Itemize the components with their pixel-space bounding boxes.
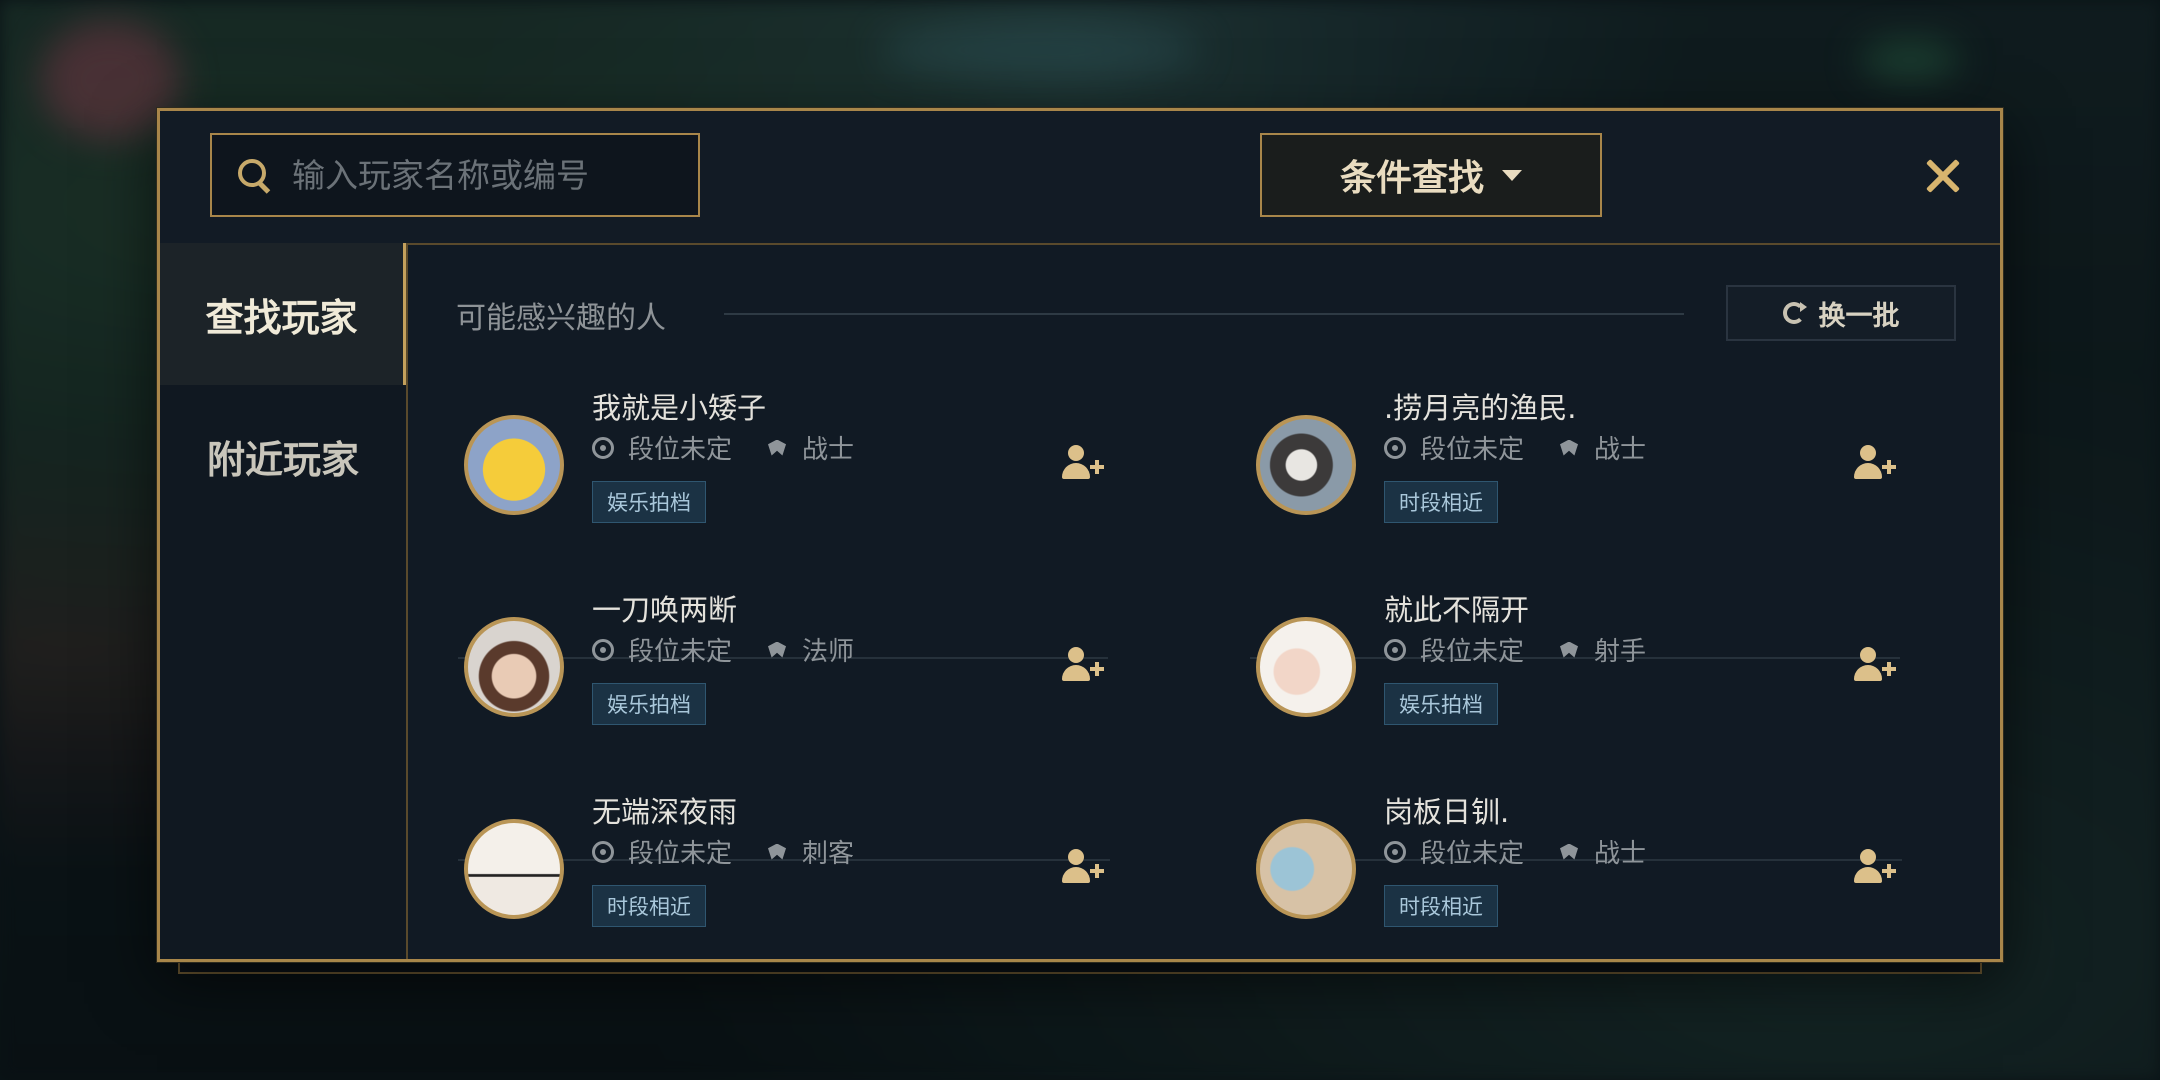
sidebar-item-nearby-players[interactable]: 附近玩家 [160, 385, 406, 527]
player-name[interactable]: 我就是小矮子 [592, 385, 766, 427]
avatar[interactable] [1256, 819, 1356, 919]
avatar[interactable] [1256, 415, 1356, 515]
refresh-label: 换一批 [1818, 300, 1900, 332]
add-friend-icon[interactable] [1854, 849, 1898, 885]
sidebar-item-label: 查找玩家 [205, 295, 358, 340]
player-meta: 段位未定 射手 [1384, 631, 1646, 668]
player-card: 就此不隔开 段位未定 射手 娱乐拍档 [1248, 567, 1908, 767]
player-rank: 段位未定 [1420, 839, 1525, 869]
match-tag: 娱乐拍档 [592, 481, 706, 523]
section-title: 可能感兴趣的人 [456, 301, 666, 336]
player-rank: 段位未定 [628, 637, 733, 667]
player-name[interactable]: 一刀唤两断 [592, 587, 737, 629]
sidebar-item-find-players[interactable]: 查找玩家 [160, 243, 406, 385]
refresh-button[interactable]: 换一批 [1726, 285, 1956, 341]
player-rank: 段位未定 [1420, 637, 1525, 667]
search-box[interactable] [210, 133, 700, 217]
filter-dropdown-button[interactable]: 条件查找 [1260, 133, 1602, 217]
avatar[interactable] [464, 819, 564, 919]
player-name[interactable]: 就此不隔开 [1384, 587, 1529, 629]
section-divider [724, 313, 1684, 315]
player-card: 无端深夜雨 段位未定 刺客 时段相近 [456, 769, 1116, 969]
sidebar: 查找玩家 附近玩家 [160, 243, 408, 959]
player-card: 我就是小矮子 段位未定 战士 娱乐拍档 [456, 365, 1116, 565]
mage-role-icon [766, 639, 788, 661]
rank-icon [1384, 638, 1406, 661]
add-friend-icon[interactable] [1062, 849, 1106, 885]
filter-label: 条件查找 [1339, 158, 1484, 199]
refresh-icon [1782, 302, 1807, 324]
rank-icon [1384, 436, 1406, 459]
warrior-role-icon [1558, 437, 1580, 459]
player-role: 射手 [1594, 637, 1647, 667]
sidebar-item-label: 附近玩家 [206, 437, 359, 482]
assassin-role-icon [766, 841, 788, 863]
player-meta: 段位未定 战士 [592, 429, 854, 466]
player-meta: 段位未定 战士 [1384, 429, 1646, 466]
suggestions-panel: 可能感兴趣的人 换一批 我就是小矮子 段位未定 战士 娱乐拍档 .捞月亮的渔民. [408, 243, 2000, 959]
add-friend-icon[interactable] [1062, 445, 1106, 481]
player-rank: 段位未定 [628, 839, 733, 869]
marksman-role-icon [1558, 639, 1580, 661]
player-role: 战士 [1594, 435, 1647, 465]
player-meta: 段位未定 法师 [592, 631, 854, 668]
rank-icon [1384, 840, 1406, 863]
player-card: 岗板日钏. 段位未定 战士 时段相近 [1248, 769, 1908, 969]
player-rank: 段位未定 [628, 435, 733, 465]
player-role: 战士 [802, 435, 855, 465]
player-rank: 段位未定 [1420, 435, 1525, 465]
player-role: 战士 [1594, 839, 1647, 869]
warrior-role-icon [766, 437, 788, 459]
player-card: 一刀唤两断 段位未定 法师 娱乐拍档 [456, 567, 1116, 767]
player-role: 刺客 [802, 839, 855, 869]
avatar[interactable] [1256, 617, 1356, 717]
rank-icon [592, 436, 614, 459]
match-tag: 时段相近 [592, 885, 706, 927]
warrior-role-icon [1558, 841, 1580, 863]
match-tag: 时段相近 [1384, 885, 1498, 927]
dialog-header: 条件查找 [160, 111, 2000, 245]
search-icon [236, 157, 272, 194]
avatar[interactable] [464, 617, 564, 717]
add-friend-icon[interactable] [1854, 647, 1898, 683]
find-player-dialog: 条件查找 查找玩家 附近玩家 可能感兴趣的人 换一批 我就是小矮子 段位未定 [157, 108, 2003, 962]
player-role: 法师 [802, 637, 855, 667]
player-card: .捞月亮的渔民. 段位未定 战士 时段相近 [1248, 365, 1908, 565]
match-tag: 时段相近 [1384, 481, 1498, 523]
avatar[interactable] [464, 415, 564, 515]
player-meta: 段位未定 刺客 [592, 833, 854, 870]
player-name[interactable]: .捞月亮的渔民. [1384, 385, 1576, 427]
player-name[interactable]: 岗板日钏. [1384, 789, 1509, 831]
match-tag: 娱乐拍档 [1384, 683, 1498, 725]
player-name[interactable]: 无端深夜雨 [592, 789, 737, 831]
add-friend-icon[interactable] [1062, 647, 1106, 683]
close-icon[interactable] [1918, 151, 1968, 201]
player-meta: 段位未定 战士 [1384, 833, 1646, 870]
caret-down-icon [1502, 169, 1522, 181]
rank-icon [592, 840, 614, 863]
search-input[interactable] [290, 154, 674, 196]
rank-icon [592, 638, 614, 661]
add-friend-icon[interactable] [1854, 445, 1898, 481]
match-tag: 娱乐拍档 [592, 683, 706, 725]
